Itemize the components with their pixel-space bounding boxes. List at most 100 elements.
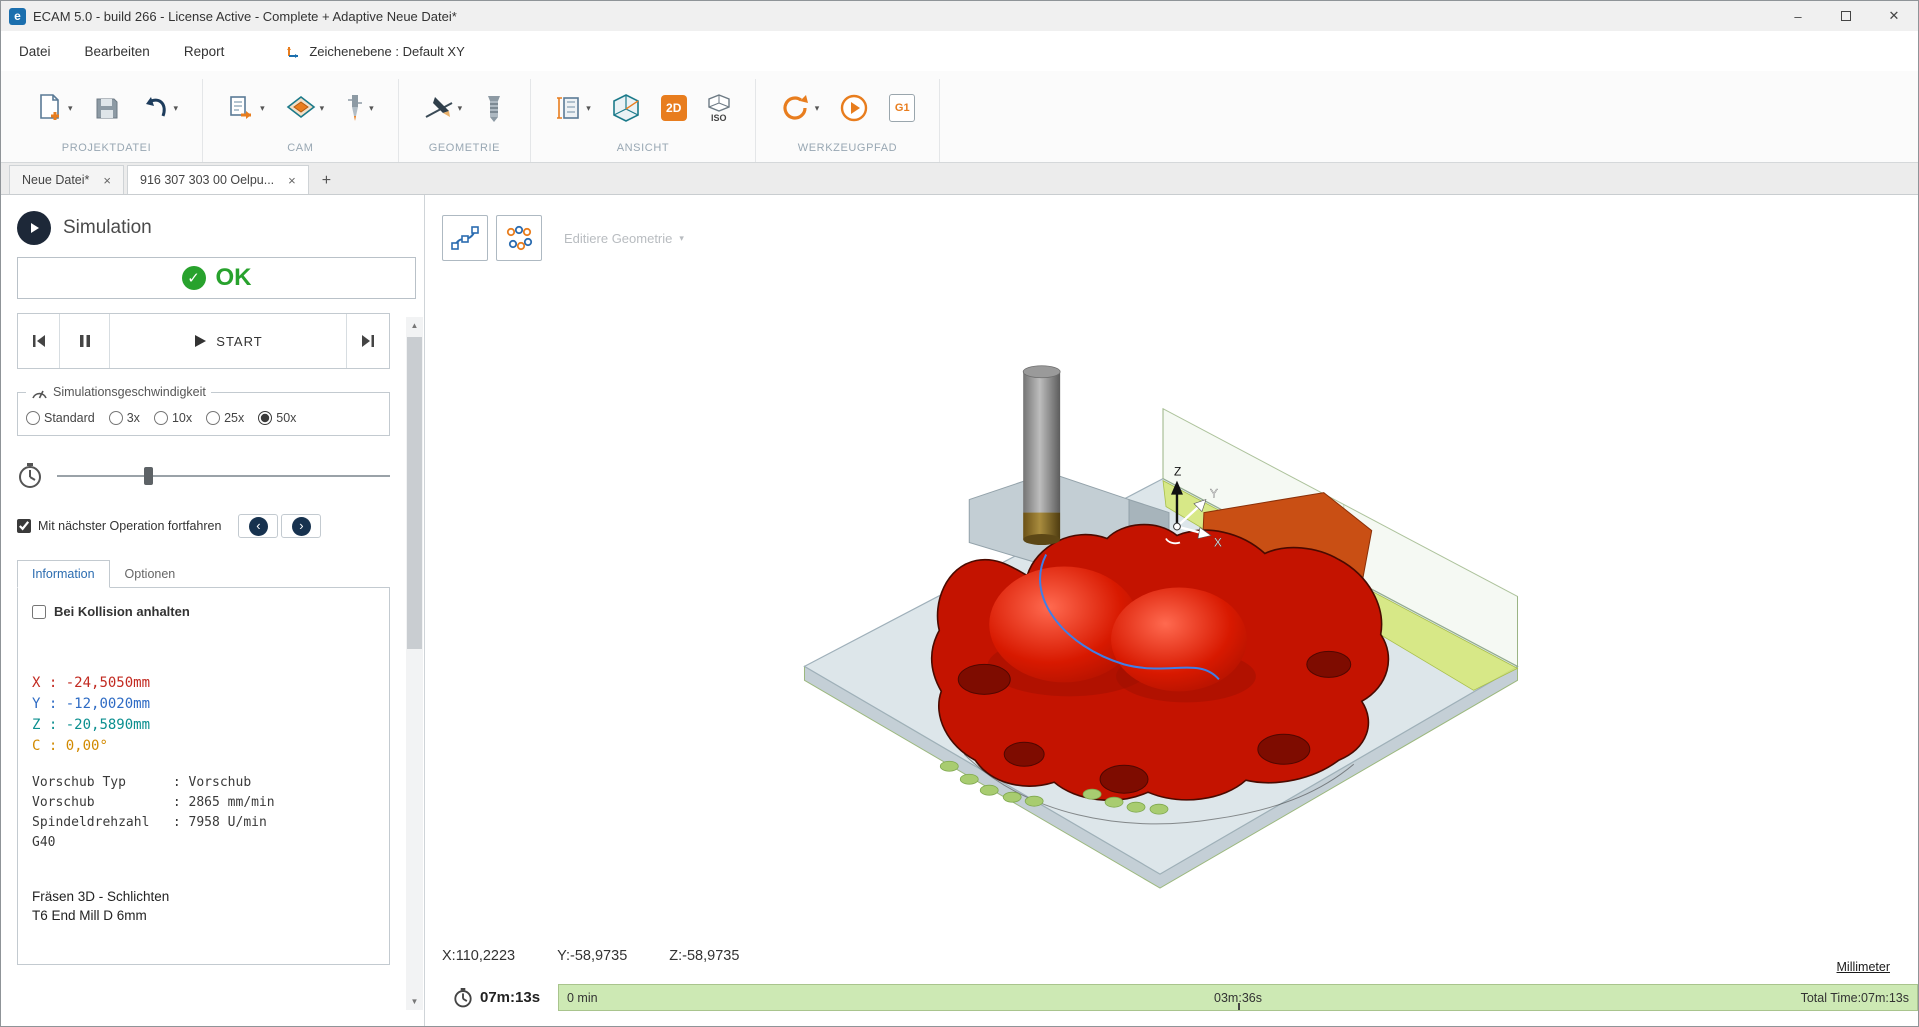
speed-standard-radio[interactable] <box>26 411 40 425</box>
menu-datei[interactable]: Datei <box>19 44 51 59</box>
speed-25x[interactable]: 25x <box>206 411 244 425</box>
dropdown-icon: ▾ <box>174 103 179 114</box>
cam-operation-button[interactable]: ▾ <box>281 89 329 127</box>
speed-50x[interactable]: 50x <box>258 411 296 425</box>
geometry-draw-button[interactable]: ▾ <box>419 89 467 127</box>
simulation-header: Simulation <box>17 211 390 245</box>
cube-3d-icon <box>611 92 641 124</box>
tab-optionen[interactable]: Optionen <box>110 560 191 588</box>
pause-button[interactable] <box>60 314 110 368</box>
drawing-plane-control[interactable]: Zeichenebene : Default XY <box>286 43 464 59</box>
progress-start-label: 0 min <box>567 991 598 1005</box>
toolpath-regenerate-button[interactable]: ▾ <box>776 89 824 127</box>
viewport-3d-canvas[interactable]: Z Y X <box>425 195 1918 1026</box>
view-stock-button[interactable]: ▾ <box>551 88 595 128</box>
regenerate-icon <box>780 93 812 123</box>
close-button[interactable]: ✕ <box>1870 1 1918 31</box>
previous-operation-button[interactable]: ‹ <box>238 514 278 538</box>
menu-report[interactable]: Report <box>184 44 225 59</box>
toolpath-simulate-button[interactable] <box>835 89 873 127</box>
speed-10x-radio[interactable] <box>154 411 168 425</box>
view-2d-button[interactable]: 2D <box>657 91 691 125</box>
app-logo-icon: e <box>9 8 26 25</box>
prev-icon: ‹ <box>249 517 268 536</box>
units-link[interactable]: Millimeter <box>1837 960 1890 974</box>
dropdown-icon: ▾ <box>458 103 463 114</box>
edit-points-button[interactable] <box>496 215 542 261</box>
feed-line: Spindeldrehzahl : 7958 U/min <box>32 813 375 833</box>
speed-legend: Simulationsgeschwindigkeit <box>26 385 211 399</box>
continue-next-checkbox[interactable] <box>17 519 31 533</box>
simulation-slider[interactable] <box>57 466 390 486</box>
speed-standard[interactable]: Standard <box>26 411 95 425</box>
scroll-down-icon[interactable]: ▼ <box>406 993 423 1010</box>
ribbon-group-projektdatei: ▾ ▾ PROJEKTDATEI <box>11 79 203 162</box>
close-tab-icon[interactable]: × <box>103 173 111 188</box>
cam-postprocessor-button[interactable]: ▾ <box>223 89 269 127</box>
undo-button[interactable]: ▾ <box>137 90 183 126</box>
operation-line: T6 End Mill D 6mm <box>32 906 375 925</box>
save-project-button[interactable] <box>89 90 125 126</box>
window-title: ECAM 5.0 - build 266 - License Active - … <box>33 9 457 24</box>
pause-icon <box>79 334 91 348</box>
ribbon-group-ansicht: ▾ 2D ISO <box>531 79 756 162</box>
scroll-up-icon[interactable]: ▲ <box>406 317 423 334</box>
skip-to-start-button[interactable] <box>18 314 60 368</box>
tab-information[interactable]: Information <box>17 560 110 588</box>
cam-tool-button[interactable]: ▾ <box>340 88 378 128</box>
bolt-icon <box>482 92 506 124</box>
slider-thumb[interactable] <box>144 467 153 485</box>
speed-option-label: 10x <box>172 411 192 425</box>
edit-polyline-button[interactable] <box>442 215 488 261</box>
scrollbar-thumb[interactable] <box>407 337 422 649</box>
dropdown-icon: ▾ <box>369 103 374 114</box>
simulate-play-icon <box>839 93 869 123</box>
ribbon-group-label: CAM <box>287 142 313 154</box>
next-operation-button[interactable]: › <box>281 514 321 538</box>
minimize-button[interactable]: – <box>1774 1 1822 31</box>
toolpath-gcode-button[interactable]: G1 <box>885 90 919 126</box>
viewport: Editiere Geometrie ▾ <box>425 195 1918 1026</box>
dropdown-icon: ▾ <box>68 103 73 114</box>
elapsed-time: 07m:13s <box>425 987 558 1009</box>
dropdown-icon: ▾ <box>815 103 820 114</box>
speed-3x[interactable]: 3x <box>109 411 140 425</box>
cursor-y: Y:-58,9735 <box>557 948 627 964</box>
skip-to-end-button[interactable] <box>347 314 389 368</box>
position-x: X : -24,5050mm <box>32 673 375 694</box>
simulation-progress-bar[interactable]: 0 min 03m:36s Total Time:07m:13s <box>558 984 1918 1011</box>
geometry-fastener-button[interactable] <box>478 88 510 128</box>
menu-bearbeiten[interactable]: Bearbeiten <box>85 44 150 59</box>
maximize-button[interactable] <box>1822 1 1870 31</box>
gcode-icon: G1 <box>889 94 915 122</box>
add-tab-button[interactable]: + <box>312 172 341 194</box>
slider-track[interactable] <box>57 475 390 477</box>
new-project-button[interactable]: ▾ <box>31 88 77 128</box>
viewport-toolbar: Editiere Geometrie ▾ <box>442 215 684 261</box>
edit-geometry-label: Editiere Geometrie <box>564 231 672 246</box>
collision-stop-checkbox[interactable] <box>32 605 46 619</box>
close-tab-icon[interactable]: × <box>288 173 296 188</box>
status-ok-label: OK <box>216 264 252 292</box>
continue-next-label: Mit nächster Operation fortfahren <box>38 519 221 533</box>
view-iso-button[interactable]: ISO <box>703 90 735 127</box>
ribbon-group-label: PROJEKTDATEI <box>62 142 152 154</box>
edit-geometry-dropdown[interactable]: Editiere Geometrie ▾ <box>564 231 684 246</box>
cursor-coordinates: X:110,2223 Y:-58,9735 Z:-58,9735 <box>442 948 739 964</box>
doc-tab-neue-datei[interactable]: Neue Datei* × <box>9 165 124 194</box>
start-button[interactable]: START <box>110 314 347 368</box>
stopwatch-icon <box>453 987 473 1009</box>
undo-icon <box>141 94 171 122</box>
panel-scrollbar[interactable]: ▲ ▼ <box>406 317 423 1010</box>
gauge-icon <box>31 386 48 399</box>
face-mill-icon <box>285 93 317 123</box>
save-icon <box>93 94 121 122</box>
speed-3x-radio[interactable] <box>109 411 123 425</box>
speed-10x[interactable]: 10x <box>154 411 192 425</box>
doc-tab-916-307-303[interactable]: 916 307 303 00 Oelpu... × <box>127 165 309 194</box>
speed-25x-radio[interactable] <box>206 411 220 425</box>
view-3d-button[interactable] <box>607 88 645 128</box>
simulation-play-button[interactable] <box>17 211 51 245</box>
speed-50x-radio[interactable] <box>258 411 272 425</box>
ribbon-group-label: WERKZEUGPFAD <box>798 142 898 154</box>
